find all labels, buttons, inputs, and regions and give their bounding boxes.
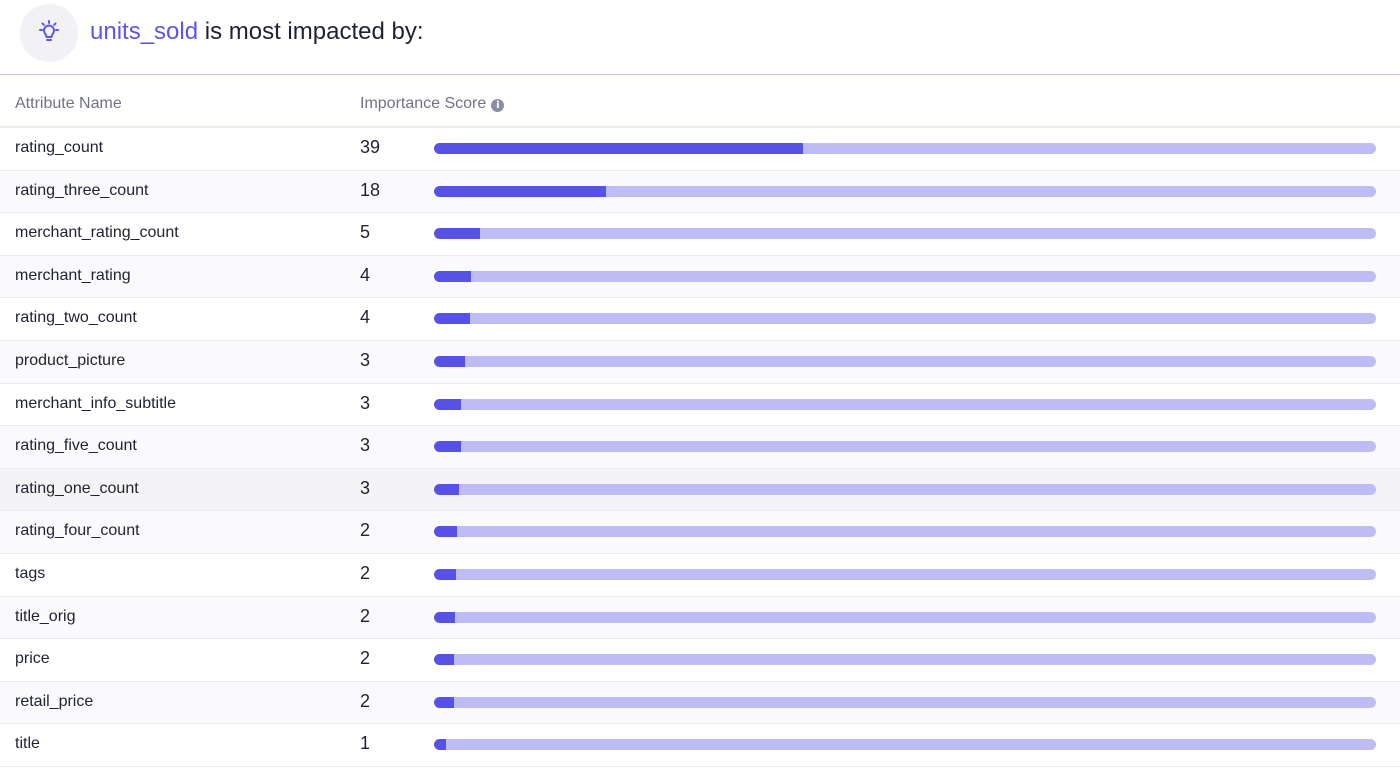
table-row[interactable]: price 2 <box>0 639 1400 682</box>
table-row[interactable]: rating_two_count 4 <box>0 298 1400 341</box>
column-header-attribute-name[interactable]: Attribute Name <box>15 95 122 113</box>
importance-bar-fill <box>434 228 481 240</box>
table-row[interactable]: rating_five_count 3 <box>0 426 1400 469</box>
attribute-name: rating_four_count <box>15 522 140 540</box>
importance-bar-track <box>434 526 1376 538</box>
table-row[interactable]: tags 2 <box>0 553 1400 597</box>
table-row[interactable]: rating_one_count 3 <box>0 468 1400 512</box>
column-header-importance-score[interactable]: Importance Score i <box>360 95 505 113</box>
attribute-name: retail_price <box>15 692 94 710</box>
attribute-name: merchant_rating_count <box>15 224 179 242</box>
importance-score: 4 <box>360 307 371 328</box>
importance-bar-fill <box>434 739 447 751</box>
importance-score: 39 <box>360 137 381 157</box>
attribute-name: product_picture <box>15 351 126 369</box>
importance-bar-fill <box>434 696 454 708</box>
attribute-name: rating_five_count <box>15 437 137 455</box>
importance-score: 3 <box>360 477 371 498</box>
attribute-name: title_orig <box>15 607 76 625</box>
table-row[interactable]: rating_four_count 2 <box>0 511 1400 554</box>
importance-bar-track <box>434 143 1376 154</box>
attribute-name: price <box>15 650 50 668</box>
importance-bar-track <box>434 313 1376 325</box>
importance-score: 2 <box>360 690 371 711</box>
attribute-name: rating_one_count <box>15 479 139 497</box>
importance-bar-track <box>434 270 1376 282</box>
target-attribute: units_sold <box>90 18 199 45</box>
importance-bar-fill <box>434 483 460 495</box>
importance-bar-fill <box>434 654 454 666</box>
importance-bar-fill <box>434 355 466 367</box>
importance-bar-track <box>434 355 1376 367</box>
attribute-name: rating_three_count <box>15 181 149 199</box>
importance-bar-track <box>434 483 1376 495</box>
importance-score: 3 <box>360 435 371 456</box>
table-row[interactable]: merchant_rating_count 5 <box>0 213 1400 256</box>
importance-bar-fill <box>434 398 462 410</box>
attribute-name: merchant_rating <box>15 266 131 284</box>
importance-score: 1 <box>360 733 371 754</box>
importance-bar-track <box>434 398 1376 410</box>
importance-bar-fill <box>434 526 457 538</box>
attribute-name: title <box>15 735 40 753</box>
importance-score: 2 <box>360 562 371 583</box>
info-icon[interactable]: i <box>491 99 505 112</box>
importance-score: 3 <box>360 349 371 370</box>
importance-bar-track <box>434 654 1376 666</box>
importance-bar-fill <box>434 568 456 580</box>
table-row[interactable]: product_picture 3 <box>0 340 1400 384</box>
table-row[interactable]: rating_count 39 <box>0 128 1400 171</box>
importance-score: 3 <box>360 392 371 413</box>
importance-score: 2 <box>360 520 371 541</box>
insight-title: units_sold is most impacted by: <box>90 17 424 47</box>
importance-bar-track <box>434 228 1376 240</box>
table-row[interactable]: retail_price 2 <box>0 681 1400 725</box>
importance-score: 2 <box>360 648 371 669</box>
lightbulb-icon <box>39 20 59 41</box>
attribute-name: rating_two_count <box>15 309 137 327</box>
importance-bar-track <box>434 696 1376 708</box>
table-row[interactable]: merchant_info_subtitle 3 <box>0 383 1400 427</box>
importance-score: 2 <box>360 605 371 626</box>
attribute-name: rating_count <box>15 139 104 156</box>
table-row[interactable]: rating_three_count 18 <box>0 170 1400 214</box>
insight-header: units_sold is most impacted by: <box>0 0 1400 75</box>
importance-table-body: rating_count 39 rating_three_count 18 mercha… <box>0 128 1400 767</box>
table-row[interactable]: title 1 <box>0 724 1400 767</box>
importance-bar-fill <box>434 270 471 282</box>
importance-bar-track <box>434 739 1376 751</box>
importance-bar-track <box>434 611 1376 623</box>
importance-score: 5 <box>360 222 371 243</box>
importance-bar-fill <box>434 185 607 197</box>
importance-score: 18 <box>360 179 381 200</box>
importance-bar-fill <box>434 611 455 623</box>
table-row[interactable]: merchant_rating 4 <box>0 255 1400 299</box>
importance-bar-track <box>434 185 1376 197</box>
table-row[interactable]: title_orig 2 <box>0 596 1400 640</box>
importance-bar-track <box>434 441 1376 453</box>
importance-bar-fill <box>434 143 804 154</box>
title-text: is most impacted by: <box>198 18 424 45</box>
importance-bar-fill <box>434 313 470 325</box>
table-header: Attribute Name Importance Score i <box>0 76 1400 128</box>
importance-bar-fill <box>434 441 462 453</box>
attribute-name: tags <box>15 564 46 582</box>
column-header-label: Importance Score <box>360 95 487 112</box>
importance-score: 4 <box>360 264 371 285</box>
lightbulb-badge <box>20 4 78 62</box>
attribute-name: merchant_info_subtitle <box>15 394 176 412</box>
importance-bar-track <box>434 568 1376 580</box>
